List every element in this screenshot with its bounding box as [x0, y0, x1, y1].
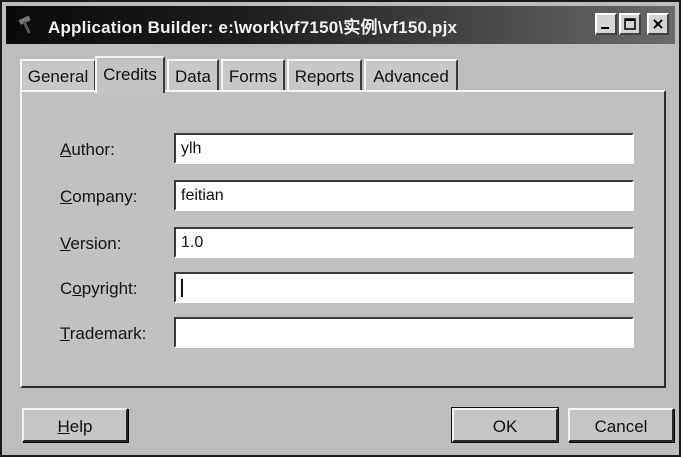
- company-field[interactable]: feitian: [174, 180, 634, 211]
- company-label: Company:: [60, 187, 138, 206]
- copyright-label: Copyright:: [60, 279, 138, 298]
- tab-forms[interactable]: Forms: [221, 59, 285, 90]
- cancel-button[interactable]: Cancel: [568, 408, 674, 442]
- window-title: Application Builder: e:\work\vf7150\实例\v…: [48, 17, 458, 37]
- author-field[interactable]: ylh: [174, 133, 634, 164]
- ok-button[interactable]: OK: [451, 407, 559, 443]
- tab-data[interactable]: Data: [167, 59, 219, 90]
- credits-panel: Author: ylh Company: feitian Version: 1.…: [20, 90, 666, 388]
- close-icon: [653, 19, 663, 29]
- tab-reports-label: Reports: [294, 67, 355, 86]
- title-bar[interactable]: Application Builder: e:\work\vf7150\实例\v…: [6, 6, 675, 44]
- trademark-label: Trademark:: [60, 324, 147, 343]
- maximize-icon: [624, 18, 636, 30]
- tab-advanced-label: Advanced: [373, 67, 449, 86]
- author-label: Author:: [60, 140, 115, 159]
- version-field[interactable]: 1.0: [174, 227, 634, 258]
- minimize-icon: [601, 27, 609, 29]
- trademark-field[interactable]: [174, 317, 634, 348]
- application-builder-window: Application Builder: e:\work\vf7150\实例\v…: [0, 0, 681, 457]
- tab-credits-label: Credits: [103, 65, 157, 84]
- hammer-icon: [16, 14, 38, 36]
- help-button[interactable]: Help: [22, 408, 128, 442]
- copyright-field[interactable]: [174, 272, 634, 303]
- minimize-button[interactable]: [595, 13, 617, 35]
- tab-credits[interactable]: Credits: [95, 56, 165, 93]
- tab-general[interactable]: General: [20, 59, 96, 90]
- tab-forms-label: Forms: [228, 67, 278, 86]
- version-label: Version:: [60, 234, 122, 253]
- tab-advanced[interactable]: Advanced: [364, 59, 458, 90]
- tab-reports[interactable]: Reports: [287, 59, 362, 90]
- tab-general-label: General: [27, 67, 89, 86]
- close-button[interactable]: [647, 13, 669, 35]
- text-caret: [181, 279, 183, 297]
- tab-data-label: Data: [175, 67, 211, 86]
- maximize-button[interactable]: [619, 13, 641, 35]
